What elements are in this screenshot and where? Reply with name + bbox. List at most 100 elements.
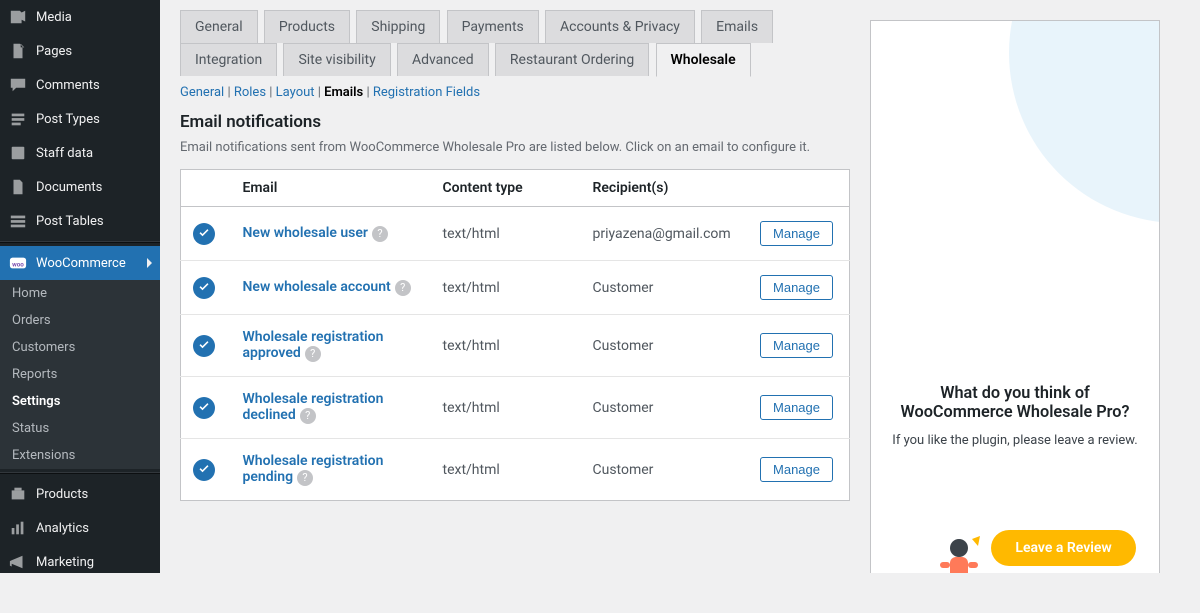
sidebar-item-post-types[interactable]: Post Types [0,102,160,136]
help-icon[interactable]: ? [300,408,316,424]
submenu-item-status[interactable]: Status [0,415,160,442]
review-panel-sub: If you like the plugin, please leave a r… [889,433,1141,448]
sidebar-label: WooCommerce [36,256,126,271]
submenu-item-reports[interactable]: Reports [0,361,160,388]
sidebar-item-botiga[interactable]: Botiga [0,579,160,613]
sidebar-label: Media [36,10,72,25]
subtab-general[interactable]: General [180,85,224,100]
submenu-item-settings[interactable]: Settings [0,388,160,415]
subtab-registration-fields[interactable]: Registration Fields [373,85,480,100]
table-row: New wholesale user? text/html priyazena@… [181,207,850,261]
recipients-cell: Customer [581,439,749,501]
marketing-icon [8,552,28,572]
subtabs: General | Roles | Layout | Emails | Regi… [180,85,850,100]
recipients-cell: priyazena@gmail.com [581,207,749,261]
content-type-cell: text/html [431,207,581,261]
tab-accounts-privacy[interactable]: Accounts & Privacy [545,10,695,43]
tab-restaurant-ordering[interactable]: Restaurant Ordering [495,43,649,76]
tab-site-visibility[interactable]: Site visibility [283,43,390,76]
sidebar-label: Staff data [36,146,93,161]
review-panel-title: What do you think of WooCommerce Wholesa… [889,383,1141,421]
submenu-item-customers[interactable]: Customers [0,334,160,361]
status-enabled-icon [193,223,215,245]
submenu-item-extensions[interactable]: Extensions [0,442,160,469]
table-row: Wholesale registration approved? text/ht… [181,315,850,377]
sidebar-item-post-tables[interactable]: Post Tables [0,204,160,238]
status-enabled-icon [193,459,215,481]
leave-review-button[interactable]: Leave a Review [991,530,1135,566]
sidebar-label: Documents [36,180,102,195]
help-icon[interactable]: ? [297,470,313,486]
status-enabled-icon [193,277,215,299]
sidebar-item-marketing[interactable]: Marketing [0,545,160,579]
main-content: General Products Shipping Payments Accou… [160,0,1200,573]
email-notifications-table: Email Content type Recipient(s) New whol… [180,169,850,501]
subtab-emails[interactable]: Emails [324,85,363,100]
table-row: Wholesale registration pending? text/htm… [181,439,850,501]
tables-icon [8,211,28,231]
content-type-cell: text/html [431,377,581,439]
tab-shipping[interactable]: Shipping [356,10,440,43]
help-icon[interactable]: ? [305,346,321,362]
content-type-cell: text/html [431,439,581,501]
recipients-cell: Customer [581,261,749,315]
sidebar-item-media[interactable]: Media [0,0,160,34]
email-name-link[interactable]: New wholesale user [243,225,368,241]
col-email-header: Email [231,170,431,207]
sidebar-item-pages[interactable]: Pages [0,34,160,68]
manage-button[interactable]: Manage [760,395,833,420]
post-types-icon [8,109,28,129]
tab-payments[interactable]: Payments [447,10,539,43]
help-icon[interactable]: ? [395,280,411,296]
col-status-header [181,170,231,207]
status-enabled-icon [193,397,215,419]
woocommerce-submenu: Home Orders Customers Reports Settings S… [0,280,160,469]
sidebar-label: Post Types [36,112,100,127]
sidebar-label: Pages [36,44,72,59]
tab-products[interactable]: Products [264,10,350,43]
staff-icon [8,143,28,163]
submenu-item-home[interactable]: Home [0,280,160,307]
sidebar-item-products[interactable]: Products [0,477,160,511]
content-type-cell: text/html [431,315,581,377]
media-icon [8,7,28,27]
analytics-icon [8,518,28,538]
content-type-cell: text/html [431,261,581,315]
tab-emails[interactable]: Emails [701,10,773,43]
submenu-item-orders[interactable]: Orders [0,307,160,334]
chevron-right-icon [147,258,152,268]
table-row: New wholesale account? text/html Custome… [181,261,850,315]
tab-general[interactable]: General [180,10,258,43]
tab-wholesale[interactable]: Wholesale [656,43,751,77]
email-name-link[interactable]: New wholesale account [243,279,391,295]
email-name-link[interactable]: Wholesale registration pending [243,453,384,485]
sidebar-item-woocommerce[interactable]: wooWooCommerce [0,246,160,280]
tab-integration[interactable]: Integration [180,43,277,76]
sidebar-item-comments[interactable]: Comments [0,68,160,102]
sidebar-item-staff-data[interactable]: Staff data [0,136,160,170]
sidebar-label: Marketing [36,555,94,570]
person-illustration [934,534,984,573]
admin-sidebar: Media Pages Comments Post Types Staff da… [0,0,160,573]
sidebar-item-documents[interactable]: Documents [0,170,160,204]
subtab-roles[interactable]: Roles [234,85,266,100]
manage-button[interactable]: Manage [760,221,833,246]
manage-button[interactable]: Manage [760,333,833,358]
manage-button[interactable]: Manage [760,457,833,482]
separator [0,472,160,474]
sidebar-item-analytics[interactable]: Analytics [0,511,160,545]
col-recipients-header: Recipient(s) [581,170,749,207]
sidebar-label: Products [36,487,88,502]
col-actions-header [748,170,849,207]
documents-icon [8,177,28,197]
col-content-type-header: Content type [431,170,581,207]
status-enabled-icon [193,335,215,357]
pages-icon [8,41,28,61]
manage-button[interactable]: Manage [760,275,833,300]
comments-icon [8,75,28,95]
sidebar-label: Analytics [36,521,89,536]
section-title: Email notifications [180,112,850,132]
help-icon[interactable]: ? [372,226,388,242]
subtab-layout[interactable]: Layout [276,85,315,100]
tab-advanced[interactable]: Advanced [397,43,489,76]
